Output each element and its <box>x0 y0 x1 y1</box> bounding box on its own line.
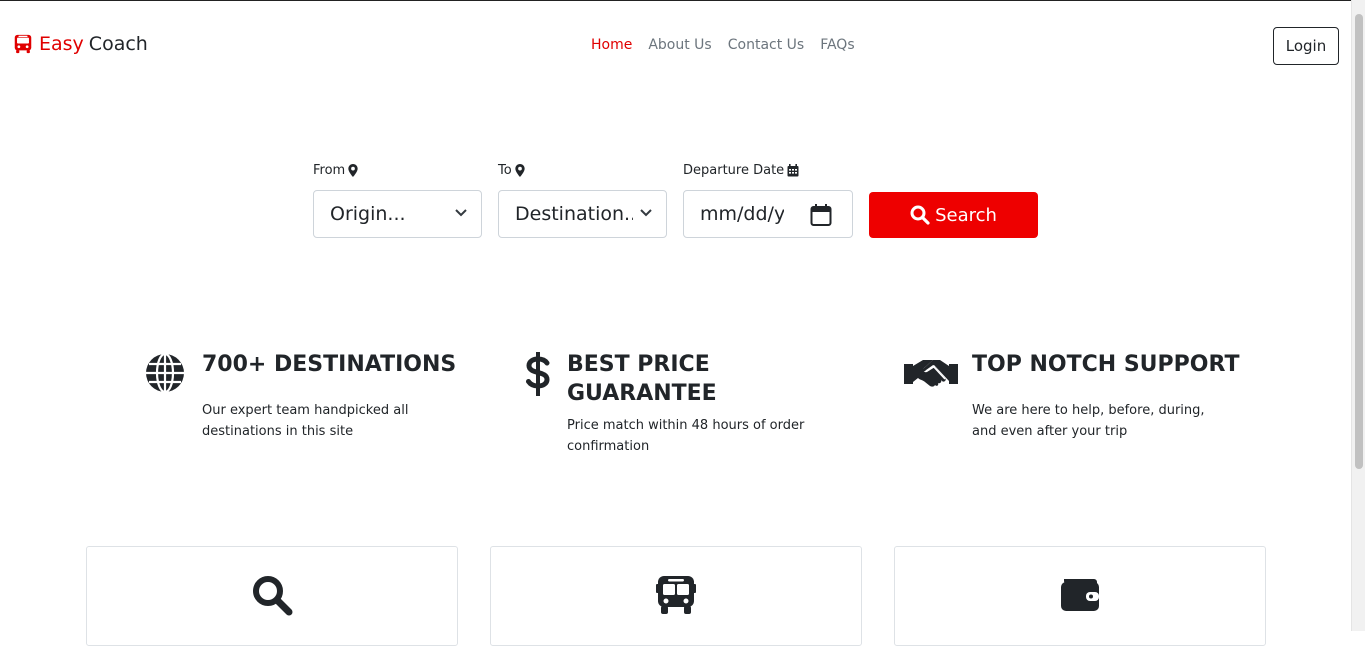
map-marker-icon <box>348 164 358 177</box>
departure-date-input[interactable]: mm/dd/yyyy <box>683 190 853 238</box>
feature-title: TOP NOTCH SUPPORT <box>972 352 1240 377</box>
feature-support: TOP NOTCH SUPPORT We are here to help, b… <box>904 350 1239 450</box>
from-label-text: From <box>313 163 346 178</box>
scrollbar-thumb[interactable] <box>1355 14 1363 469</box>
departure-date-label: Departure Date <box>683 163 799 178</box>
destination-select[interactable]: Destination... <box>498 190 667 238</box>
nav-link-about-us[interactable]: About Us <box>648 37 711 53</box>
info-card-wallet <box>894 546 1266 646</box>
destination-select-value: Destination... <box>515 203 633 225</box>
wallet-icon <box>1061 579 1099 611</box>
feature-destinations: 700+ DESTINATIONS Our expert team handpi… <box>144 350 464 450</box>
login-button[interactable]: Login <box>1273 27 1339 65</box>
search-button[interactable]: Search <box>869 192 1038 238</box>
dollar-icon <box>526 352 550 396</box>
to-label-text: To <box>498 163 512 178</box>
to-label: To <box>498 163 525 178</box>
globe-icon <box>146 352 184 394</box>
bus-icon <box>656 576 696 614</box>
bus-icon <box>14 34 32 54</box>
map-marker-icon <box>515 164 525 177</box>
nav-links: Home About Us Contact Us FAQs <box>591 37 871 53</box>
brand-logo[interactable]: Easy Coach <box>12 33 148 55</box>
handshake-icon <box>904 360 958 387</box>
nav-link-home[interactable]: Home <box>591 37 632 53</box>
departure-date-value: mm/dd/yyyy <box>700 203 784 225</box>
origin-select[interactable]: Origin... <box>313 190 482 238</box>
calendar-icon <box>787 164 799 177</box>
feature-best-price: BEST PRICE GUARANTEE Price match within … <box>524 350 844 460</box>
brand-name-part1: Easy <box>39 33 84 55</box>
scrollbar[interactable] <box>1351 0 1365 631</box>
departure-date-label-text: Departure Date <box>683 163 785 178</box>
nav-link-faqs[interactable]: FAQs <box>820 37 854 53</box>
feature-title-line1: BEST PRICE <box>567 352 710 377</box>
feature-text: Price match within 48 hours of order con… <box>567 418 805 454</box>
origin-select-value: Origin... <box>330 203 406 225</box>
navbar: Easy Coach Home About Us Contact Us FAQs… <box>0 1 1351 89</box>
search-button-label: Search <box>935 204 997 226</box>
feature-text: Our expert team handpicked all destinati… <box>202 403 409 439</box>
nav-link-contact-us[interactable]: Contact Us <box>728 37 804 53</box>
info-card-search <box>86 546 458 646</box>
feature-text: We are here to help, before, during, and… <box>972 403 1205 439</box>
chevron-down-icon <box>455 209 467 217</box>
feature-title-line2: GUARANTEE <box>567 381 717 406</box>
calendar-picker-icon[interactable] <box>810 203 832 227</box>
search-icon <box>910 205 930 225</box>
chevron-down-icon <box>640 209 652 217</box>
feature-title: 700+ DESTINATIONS <box>202 352 457 377</box>
brand-name-part2: Coach <box>88 33 148 55</box>
info-card-bus <box>490 546 862 646</box>
from-label: From <box>313 163 358 178</box>
search-icon <box>253 576 293 616</box>
